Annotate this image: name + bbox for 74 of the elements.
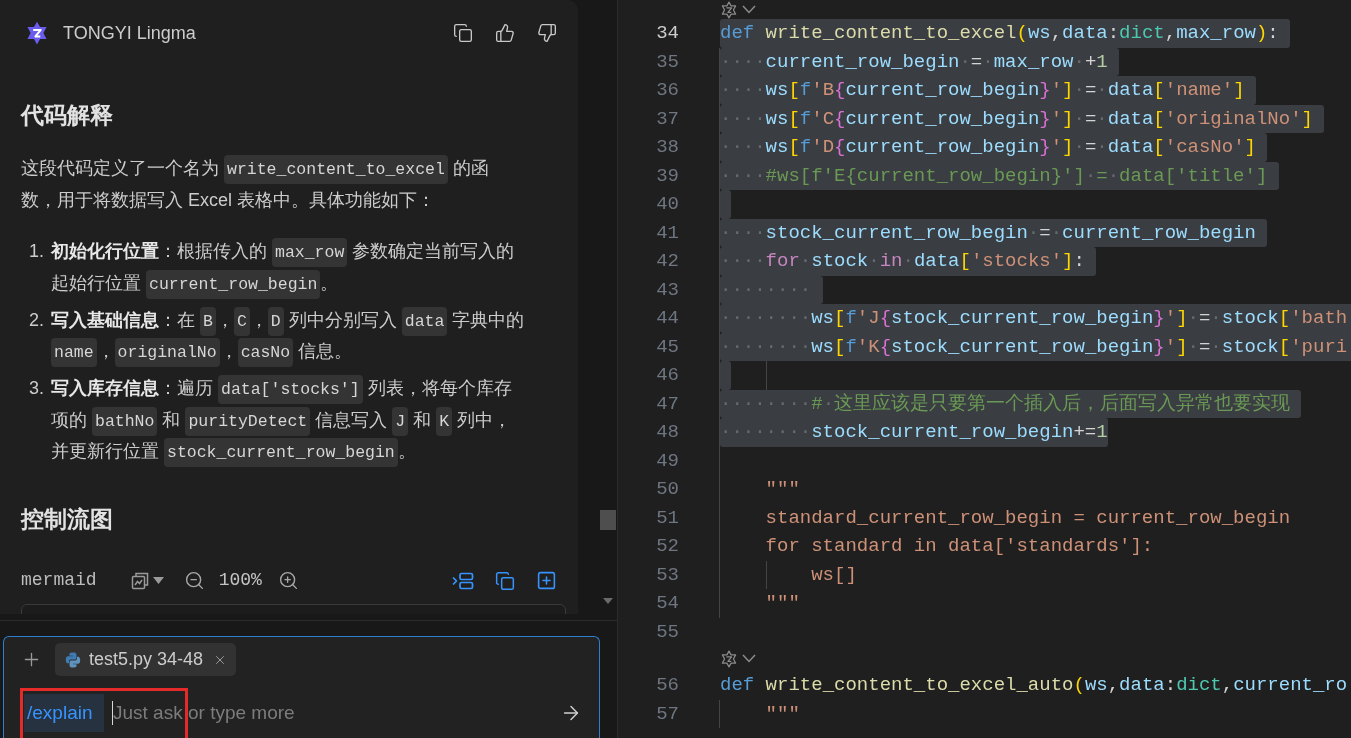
code-line: """: [764, 477, 800, 502]
list-item-text: 写入基础信息：在 B ， C ， D 列中分别写入 data 字典中的 name ， originalNo ， casNo 信息。: [51, 304, 526, 368]
list-number: 1.: [29, 240, 45, 263]
plus-square-icon: [536, 570, 557, 591]
scrollbar-thumb[interactable]: [600, 510, 616, 530]
list-number: 3.: [29, 377, 45, 400]
line-number: 39: [656, 163, 679, 189]
line-number: 37: [656, 106, 679, 132]
line-number: 51: [656, 505, 679, 531]
line-number: 34: [656, 21, 679, 46]
line-number: 41: [656, 220, 679, 246]
copy-button[interactable]: [453, 23, 473, 43]
chip-label: test5.py 34-48: [89, 648, 204, 671]
thumbs-down-icon: [537, 23, 557, 43]
zoom-level: 100%: [218, 569, 262, 592]
line-number: 35: [656, 49, 679, 75]
star-logo-icon[interactable]: [720, 0, 738, 19]
line-number: 55: [656, 619, 679, 645]
line-number: 52: [656, 534, 679, 559]
intro-paragraph: 这段代码定义了一个名为 write_content_to_excel 的函数，用于将数据写入 Excel 表格中。具体功能如下：: [21, 153, 496, 216]
copy-code-button[interactable]: [495, 570, 515, 591]
copy-icon: [453, 23, 473, 43]
add-button[interactable]: [536, 570, 557, 591]
line-number: 44: [656, 306, 679, 331]
line-number: 42: [656, 249, 679, 274]
code-line: for standard in data['standards']:: [764, 534, 1154, 559]
chat-input[interactable]: Just ask or type more: [113, 698, 552, 728]
text-cursor: [112, 701, 113, 725]
code-line: standard_current_row_begin = current_row_begin: [764, 505, 1291, 531]
dislike-button[interactable]: [537, 23, 557, 43]
snake-file-icon: [64, 650, 82, 669]
line-number: 54: [656, 591, 679, 616]
line-number: 46: [656, 363, 679, 388]
line-number: 57: [656, 701, 679, 727]
diagram-language-label: mermaid: [21, 569, 97, 592]
star-logo-icon[interactable]: [720, 649, 738, 668]
line-number: 43: [656, 277, 679, 303]
code-line: """: [764, 591, 800, 616]
line-number: 36: [656, 78, 679, 103]
list-item-text: 初始化行位置：根据传入的 max_row 参数确定当前写入的起始行位置 current_row_begin 。: [51, 236, 526, 299]
zoom-in-button[interactable]: [277, 570, 299, 591]
list-item-text: 写入库存信息：遍历 data['stocks'] 列表，将每个库存项的 bathNo 和 purityDetect 信息写入 J 和 K 列中，并更新行位置 stock_current_row_begin 。: [51, 373, 526, 468]
thumbs-up-icon: [495, 23, 515, 43]
line-number: 38: [656, 135, 679, 160]
list-number: 2.: [29, 308, 45, 332]
line-number: 47: [656, 391, 679, 417]
chevron-rows-icon: [452, 570, 474, 591]
scroll-down-arrow-icon[interactable]: [603, 598, 613, 604]
code-line: def write_content_to_excel_auto(ws,data:dict,current_ro: [720, 673, 1348, 698]
zoom-out-icon: [183, 570, 205, 591]
chevron-down-icon[interactable]: [742, 5, 756, 14]
line-number: 50: [656, 477, 679, 502]
line-number: 49: [656, 448, 679, 474]
assistant-title: TONGYI Lingma: [63, 21, 196, 45]
zoom-in-icon: [277, 570, 299, 591]
like-button[interactable]: [495, 23, 515, 43]
insert-button[interactable]: [452, 570, 474, 591]
line-number: 56: [656, 673, 679, 698]
code-line: """: [764, 701, 800, 727]
section-heading: 控制流图: [21, 504, 113, 534]
section-heading: 代码解释: [21, 101, 113, 130]
line-number: 45: [656, 334, 679, 360]
chevron-down-icon[interactable]: [742, 654, 756, 663]
context-chip[interactable]: test5.py 34-48: [55, 643, 237, 676]
zoom-out-button[interactable]: [183, 570, 205, 591]
line-number: 53: [656, 562, 679, 588]
line-number: 40: [656, 192, 679, 217]
command-tag[interactable]: /explain: [24, 694, 104, 732]
caret-down-icon: [152, 577, 164, 584]
diagram-view-dropdown[interactable]: [129, 570, 164, 591]
line-number: 48: [656, 420, 679, 445]
copy-icon: [495, 570, 515, 591]
code-line: ws[]: [810, 562, 857, 588]
stacked-frames-icon: [129, 570, 150, 591]
